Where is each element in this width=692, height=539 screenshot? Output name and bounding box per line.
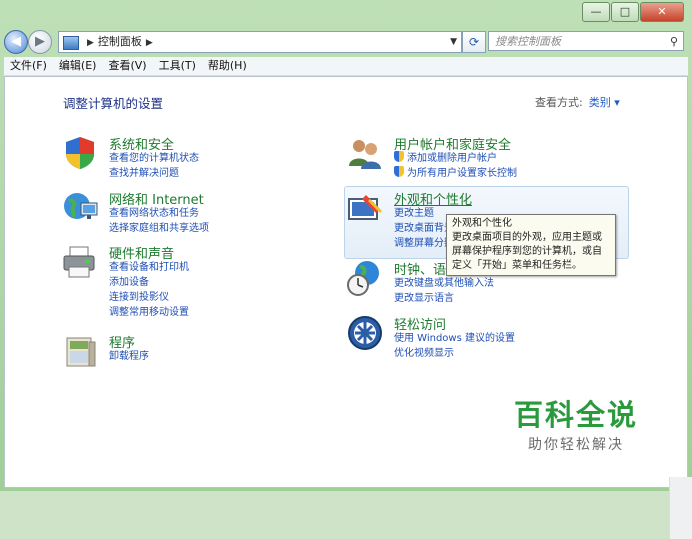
view-by-dropdown[interactable]: 类别 ▾	[589, 96, 620, 109]
uac-shield-icon	[394, 151, 404, 162]
back-arrow-icon: ◀	[11, 34, 21, 49]
control-panel-icon	[63, 36, 79, 50]
link-mobility-settings[interactable]: 调整常用移动设置	[109, 305, 189, 320]
link-label: 为所有用户设置家长控制	[407, 168, 517, 179]
category-user-accounts: 用户帐户和家庭安全 添加或删除用户帐户 为所有用户设置家长控制	[346, 134, 646, 184]
window-controls: — □ ✕	[582, 2, 684, 22]
category-hardware-sound: 硬件和声音 查看设备和打印机 添加设备 连接到投影仪 调整常用移动设置	[61, 243, 301, 323]
category-ease-of-access: 轻松访问 使用 Windows 建议的设置 优化视频显示	[346, 314, 646, 364]
view-by-label: 查看方式:	[535, 96, 583, 109]
category-programs: 程序 卸载程序	[61, 332, 301, 382]
link-parental-controls[interactable]: 为所有用户设置家长控制	[394, 166, 517, 181]
breadcrumb-control-panel[interactable]: 控制面板	[98, 35, 142, 48]
menu-edit[interactable]: 编辑(E)	[53, 57, 103, 75]
tooltip-title: 外观和个性化	[452, 218, 512, 229]
network-globe-icon	[64, 193, 98, 219]
link-connect-projector[interactable]: 连接到投影仪	[109, 290, 189, 305]
menu-file[interactable]: 文件(F)	[4, 57, 53, 75]
refresh-button[interactable]: ⟳	[462, 31, 486, 53]
watermark-title: 百科全说	[514, 398, 639, 432]
link-network-status[interactable]: 查看网络状态和任务	[109, 206, 209, 221]
view-by: 查看方式: 类别 ▾	[535, 94, 620, 110]
address-bar: ◀ ▶ ▶ 控制面板 ▶ ▼ ⟳ 搜索控制面板 ⚲	[0, 28, 692, 56]
watermark: 百科全说 助你轻松解决	[514, 398, 638, 454]
watermark-subtitle: 助你轻松解决	[528, 437, 624, 453]
link-add-device[interactable]: 添加设备	[109, 275, 189, 290]
back-button[interactable]: ◀	[4, 30, 28, 54]
search-placeholder: 搜索控制面板	[495, 35, 561, 48]
control-panel-window: — □ ✕ ◀ ▶ ▶ 控制面板 ▶ ▼ ⟳ 搜索控制面板 ⚲ 文件(F) 编辑(E…	[0, 0, 692, 539]
link-devices-printers[interactable]: 查看设备和打印机	[109, 260, 189, 275]
clock-globe-icon	[347, 261, 379, 296]
breadcrumb-separator-icon: ▶	[87, 38, 94, 48]
link-add-remove-users[interactable]: 添加或删除用户帐户	[394, 151, 517, 166]
printer-icon	[63, 246, 95, 278]
menu-bar: 文件(F) 编辑(E) 查看(V) 工具(T) 帮助(H)	[4, 57, 688, 76]
uac-shield-icon	[394, 166, 404, 177]
forward-arrow-icon: ▶	[35, 34, 45, 49]
title-bar: — □ ✕	[0, 0, 692, 28]
menu-view[interactable]: 查看(V)	[102, 57, 152, 75]
scrollbar-fragment[interactable]	[669, 477, 692, 539]
link-optimize-display[interactable]: 优化视频显示	[394, 346, 515, 361]
link-display-language[interactable]: 更改显示语言	[394, 291, 494, 306]
address-field[interactable]: ▶ 控制面板 ▶ ▼	[58, 31, 462, 53]
shield-icon	[66, 137, 94, 169]
users-icon	[349, 140, 381, 169]
maximize-button[interactable]: □	[611, 2, 639, 22]
appearance-icon	[348, 195, 382, 220]
link-screen-resolution[interactable]: 调整屏幕分辨	[394, 236, 454, 251]
link-label: 添加或删除用户帐户	[407, 153, 497, 164]
menu-help[interactable]: 帮助(H)	[202, 57, 253, 75]
link-troubleshoot[interactable]: 查找并解决问题	[109, 166, 199, 181]
link-change-keyboard[interactable]: 更改键盘或其他输入法	[394, 276, 494, 291]
breadcrumb-separator-icon: ▶	[145, 38, 153, 48]
link-homegroup[interactable]: 选择家庭组和共享选项	[109, 221, 209, 236]
forward-button[interactable]: ▶	[28, 30, 52, 54]
link-change-theme[interactable]: 更改主题	[394, 206, 454, 221]
category-system-security: 系统和安全 查看您的计算机状态 查找并解决问题	[61, 134, 301, 184]
refresh-icon: ⟳	[468, 35, 480, 49]
close-button[interactable]: ✕	[640, 2, 684, 22]
programs-icon	[66, 337, 96, 367]
link-uninstall-program[interactable]: 卸载程序	[109, 349, 149, 364]
page-title: 调整计算机的设置	[63, 96, 164, 111]
ease-of-access-icon	[348, 316, 382, 350]
menu-tools[interactable]: 工具(T)	[153, 57, 202, 75]
search-input[interactable]: 搜索控制面板 ⚲	[488, 31, 684, 51]
minimize-button[interactable]: —	[582, 2, 610, 22]
link-recommended-settings[interactable]: 使用 Windows 建议的设置	[394, 331, 515, 346]
chevron-down-icon[interactable]: ▼	[450, 32, 457, 52]
category-network-internet: 网络和 Internet 查看网络状态和任务 选择家庭组和共享选项	[61, 189, 301, 239]
tooltip: 外观和个性化 更改桌面项目的外观，应用主题或屏幕保护程序到您的计算机，或自定义「…	[446, 214, 616, 276]
search-icon[interactable]: ⚲	[670, 32, 678, 52]
link-view-computer-status[interactable]: 查看您的计算机状态	[109, 151, 199, 166]
link-desktop-background[interactable]: 更改桌面背景	[394, 221, 454, 236]
tooltip-text: 更改桌面项目的外观，应用主题或屏幕保护程序到您的计算机，或自定义「开始」菜单和任…	[452, 232, 602, 271]
